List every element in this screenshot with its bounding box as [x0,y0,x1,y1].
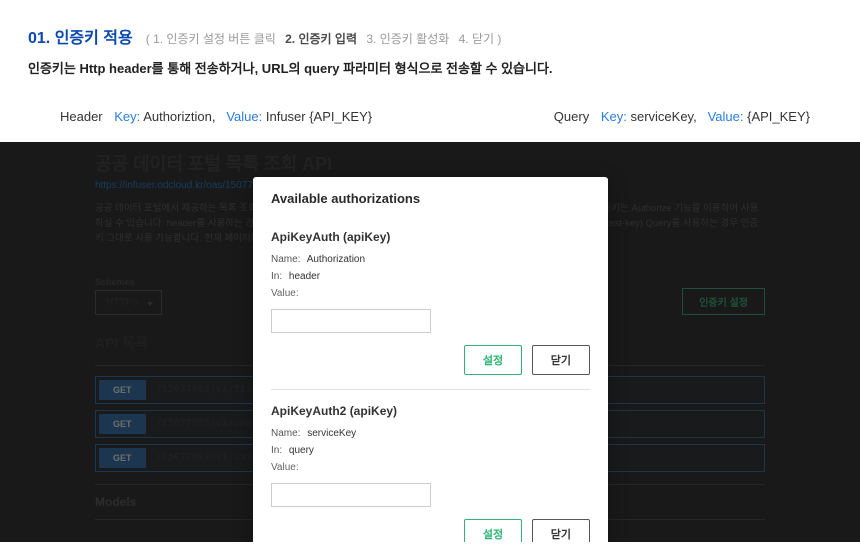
button-row: 설정 닫기 [271,515,590,542]
step-1: ( 1. 인증키 설정 버튼 클릭 [146,32,276,46]
close-button[interactable]: 닫기 [532,519,590,542]
header-value-value: Infuser {API_KEY} [266,109,372,124]
auth-in-row: In: header [271,271,590,282]
query-value-value: {API_KEY} [747,109,810,124]
query-key-label: Key: [601,109,627,124]
query-key-value: serviceKey, [630,109,696,124]
doc-title: 01. 인증키 적용 [28,24,133,48]
auth-value-label: Value: [271,288,590,299]
info-bar: Header Key: Authoriztion, Value: Infuser… [0,91,860,142]
field-label: Name: [271,428,300,439]
header-auth-group: Header Key: Authoriztion, Value: Infuser… [60,109,372,124]
button-row: 설정 닫기 [271,341,590,385]
auth-scheme-heading: ApiKeyAuth2 (apiKey) [271,404,590,418]
header-value-label: Value: [226,109,262,124]
step-list: ( 1. 인증키 설정 버튼 클릭 2. 인증키 입력 3. 인증키 활성화 4… [143,30,505,47]
auth-in-row: In: query [271,445,590,456]
auth-value-label: Value: [271,462,590,473]
set-button[interactable]: 설정 [464,345,522,375]
step-4: 4. 닫기 ) [459,32,502,46]
authorizations-modal: Available authorizations ApiKeyAuth (api… [253,177,608,542]
swagger-screenshot: 공공 데이터 포털 목록 조회 API https://infuser.odcl… [0,142,860,542]
doc-description: 인증키는 Http header를 통해 전송하거나, URL의 query 파… [28,58,832,77]
field-label: Name: [271,254,300,265]
header-key-label: Key: [114,109,140,124]
field-value: Authorization [307,254,365,265]
auth-value-input[interactable] [271,483,431,507]
header-key-value: Authoriztion, [143,109,215,124]
auth-name-row: Name: serviceKey [271,428,590,439]
modal-title: Available authorizations [253,177,608,216]
set-button[interactable]: 설정 [464,519,522,542]
field-label: In: [271,445,282,456]
query-value-label: Value: [708,109,744,124]
doc-header: 01. 인증키 적용 ( 1. 인증키 설정 버튼 클릭 2. 인증키 입력 3… [0,0,860,91]
auth-scheme-name: ApiKeyAuth [271,230,340,244]
auth-scheme-name: ApiKeyAuth2 [271,404,346,418]
close-button[interactable]: 닫기 [532,345,590,375]
auth-scheme-type: (apiKey) [343,230,390,244]
field-value: header [289,271,320,282]
step-2: 2. 인증키 입력 [285,32,357,46]
step-3: 3. 인증키 활성화 [366,32,449,46]
field-value: query [289,445,314,456]
auth-block-query: ApiKeyAuth2 (apiKey) Name: serviceKey In… [271,389,590,542]
field-value: serviceKey [307,428,356,439]
query-label: Query [554,109,589,124]
query-auth-group: Query Key: serviceKey, Value: {API_KEY} [554,109,810,124]
auth-scheme-heading: ApiKeyAuth (apiKey) [271,230,590,244]
auth-block-header: ApiKeyAuth (apiKey) Name: Authorization … [271,216,590,385]
auth-scheme-type: (apiKey) [350,404,397,418]
auth-name-row: Name: Authorization [271,254,590,265]
auth-value-input[interactable] [271,309,431,333]
header-label: Header [60,109,103,124]
field-label: In: [271,271,282,282]
